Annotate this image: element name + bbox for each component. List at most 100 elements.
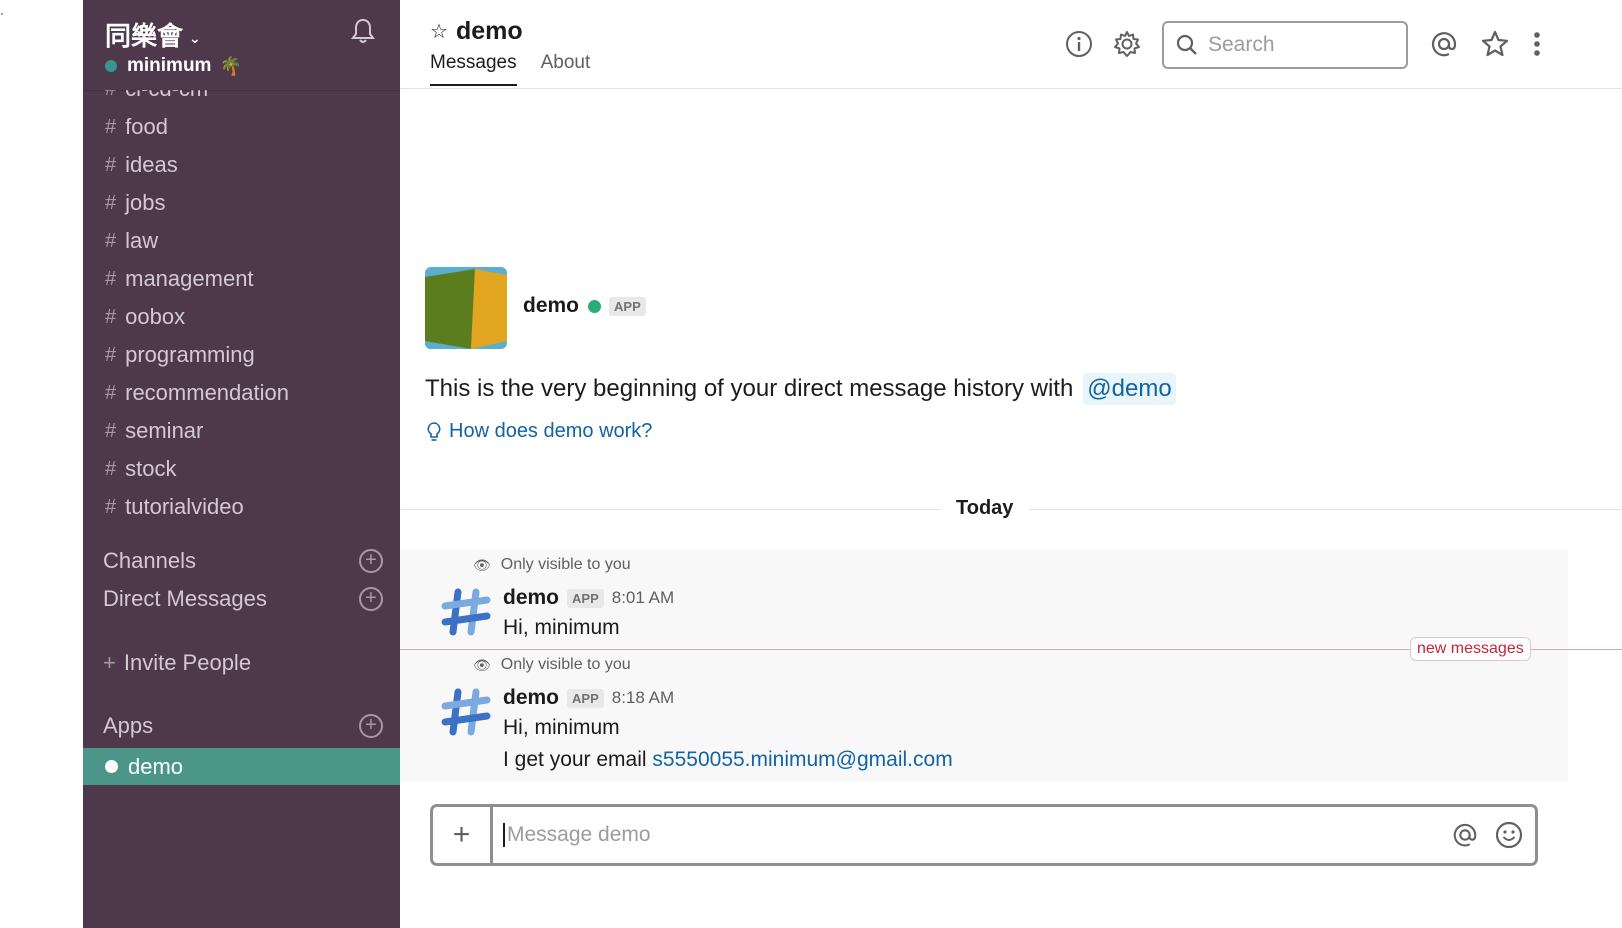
info-icon[interactable] xyxy=(1063,28,1095,60)
day-label: Today xyxy=(940,497,1030,520)
sidebar-channel-recommendation[interactable]: # recommendation xyxy=(83,374,400,412)
email-link[interactable]: s5550055.minimum@gmail.com xyxy=(652,748,952,771)
sidebar-channel-ideas[interactable]: # ideas xyxy=(83,146,400,184)
message-input[interactable]: Message demo xyxy=(503,823,1447,847)
message-meta: demo APP 8:01 AM xyxy=(503,586,674,610)
team-header: 同樂會 ⌄ minimum 🌴 xyxy=(83,0,400,90)
sidebar-channel-programming[interactable]: # programming xyxy=(83,336,400,374)
section-label: Direct Messages xyxy=(103,586,267,611)
presence-dot xyxy=(105,60,117,72)
channel-label: jobs xyxy=(125,190,166,215)
channel-label: law xyxy=(125,228,159,253)
app-badge: APP xyxy=(609,296,646,316)
app-badge: APP xyxy=(567,588,604,608)
message-author[interactable]: demo xyxy=(503,686,559,710)
channel-label: ideas xyxy=(125,152,178,177)
plus-icon: + xyxy=(103,650,116,675)
visibility-label: Only visible to you xyxy=(500,556,631,573)
sidebar-channel-oobox[interactable]: # oobox xyxy=(83,298,400,336)
app-avatar[interactable] xyxy=(425,267,507,349)
bot-avatar[interactable] xyxy=(440,586,492,638)
hash-icon: # xyxy=(105,115,117,138)
sidebar-channel-law[interactable]: # law xyxy=(83,222,400,260)
message-timestamp[interactable]: 8:01 AM xyxy=(612,588,674,608)
sidebar: #ci-cd-cm #food #ideas #jobs #law #manag… xyxy=(83,0,400,928)
channel-title: ☆ demo xyxy=(430,17,523,46)
bot-avatar[interactable] xyxy=(440,686,492,738)
channel-label: food xyxy=(125,114,168,139)
message-row[interactable]: 👁 Only visible to you demo APP 8:18 AM Hi… xyxy=(400,650,1568,782)
sidebar-channel-management[interactable]: # management xyxy=(83,260,400,298)
message-row[interactable]: 👁 Only visible to you demo APP 8:01 AM Hi… xyxy=(400,550,1568,648)
bell-icon[interactable] xyxy=(348,16,378,46)
mentions-icon[interactable] xyxy=(1428,28,1460,60)
message-composer: + Message demo xyxy=(430,804,1538,866)
sidebar-channel-seminar[interactable]: # seminar xyxy=(83,412,400,450)
message-text: Hi, minimum xyxy=(503,616,620,639)
sidebar-app-demo[interactable]: demo xyxy=(83,748,400,785)
hash-icon: # xyxy=(105,229,117,252)
message-text: Hi, minimum xyxy=(503,716,620,739)
invite-people-button[interactable]: + Invite People xyxy=(103,650,251,676)
direct-messages-section[interactable]: Direct Messages + xyxy=(103,586,383,612)
emoji-icon[interactable] xyxy=(1491,817,1527,853)
star-icon[interactable] xyxy=(1479,28,1511,60)
help-link-label: How does demo work? xyxy=(449,420,653,442)
app-badge: APP xyxy=(567,688,604,708)
apps-section[interactable]: Apps + xyxy=(103,713,383,739)
hash-icon: # xyxy=(105,419,117,442)
hash-icon: # xyxy=(105,153,117,176)
channel-label: programming xyxy=(125,342,255,367)
header-tabs: Messages About xyxy=(430,52,614,86)
sidebar-channel-food[interactable]: # food xyxy=(83,108,400,146)
invite-label: Invite People xyxy=(123,650,252,675)
help-link[interactable]: How does demo work? xyxy=(427,420,652,443)
current-user[interactable]: minimum 🌴 xyxy=(105,55,242,77)
new-messages-badge[interactable]: new messages xyxy=(1410,637,1531,661)
hash-icon: # xyxy=(105,305,117,328)
star-outline-icon[interactable]: ☆ xyxy=(430,19,448,44)
sidebar-channel-jobs[interactable]: # jobs xyxy=(83,184,400,222)
message-timestamp[interactable]: 8:18 AM xyxy=(612,688,674,708)
sidebar-channel-stock[interactable]: # stock xyxy=(83,450,400,488)
message-meta: demo APP 8:18 AM xyxy=(503,686,674,710)
hash-icon: # xyxy=(105,381,117,404)
app-label: demo xyxy=(128,753,184,779)
sidebar-channel-tutorialvideo[interactable]: # tutorialvideo xyxy=(83,488,400,526)
visibility-note: 👁 Only visible to you xyxy=(473,556,631,574)
channel-name: demo xyxy=(455,17,523,45)
channel-label: stock xyxy=(125,456,177,481)
mention-link[interactable]: @demo xyxy=(1083,373,1176,405)
stray-dot: · xyxy=(0,6,4,20)
visibility-label: Only visible to you xyxy=(500,656,631,673)
hash-icon: # xyxy=(105,457,117,480)
tab-messages[interactable]: Messages xyxy=(430,52,517,86)
lightbulb-icon xyxy=(427,421,441,441)
attach-plus-button[interactable]: + xyxy=(433,807,493,863)
hash-icon: # xyxy=(105,495,117,518)
add-app-icon[interactable]: + xyxy=(359,714,383,738)
channel-label: oobox xyxy=(125,304,186,329)
search-icon xyxy=(1176,34,1197,55)
channel-label: management xyxy=(125,266,254,291)
main-pane: ☆ demo Messages About Search demo APP Th… xyxy=(400,0,1622,928)
chevron-down-icon: ⌄ xyxy=(189,29,201,46)
presence-dot xyxy=(105,760,118,773)
add-channel-icon[interactable]: + xyxy=(359,549,383,573)
intro-name: demo APP xyxy=(523,294,646,318)
intro-text: This is the very beginning of your direc… xyxy=(425,373,1176,405)
tab-about[interactable]: About xyxy=(541,52,591,86)
channel-label: seminar xyxy=(125,418,204,443)
add-dm-icon[interactable]: + xyxy=(359,587,383,611)
visibility-note: 👁 Only visible to you xyxy=(473,656,631,674)
channels-section[interactable]: Channels + xyxy=(103,548,383,574)
more-vertical-icon[interactable] xyxy=(1521,28,1553,60)
mention-at-icon[interactable] xyxy=(1447,817,1483,853)
search-input[interactable]: Search xyxy=(1162,21,1408,69)
hash-icon: # xyxy=(105,191,117,214)
app-name[interactable]: demo xyxy=(523,294,579,318)
message-author[interactable]: demo xyxy=(503,586,559,610)
user-name: minimum xyxy=(127,55,212,76)
gear-icon[interactable] xyxy=(1111,28,1143,60)
team-name-menu[interactable]: 同樂會 ⌄ xyxy=(105,16,201,53)
